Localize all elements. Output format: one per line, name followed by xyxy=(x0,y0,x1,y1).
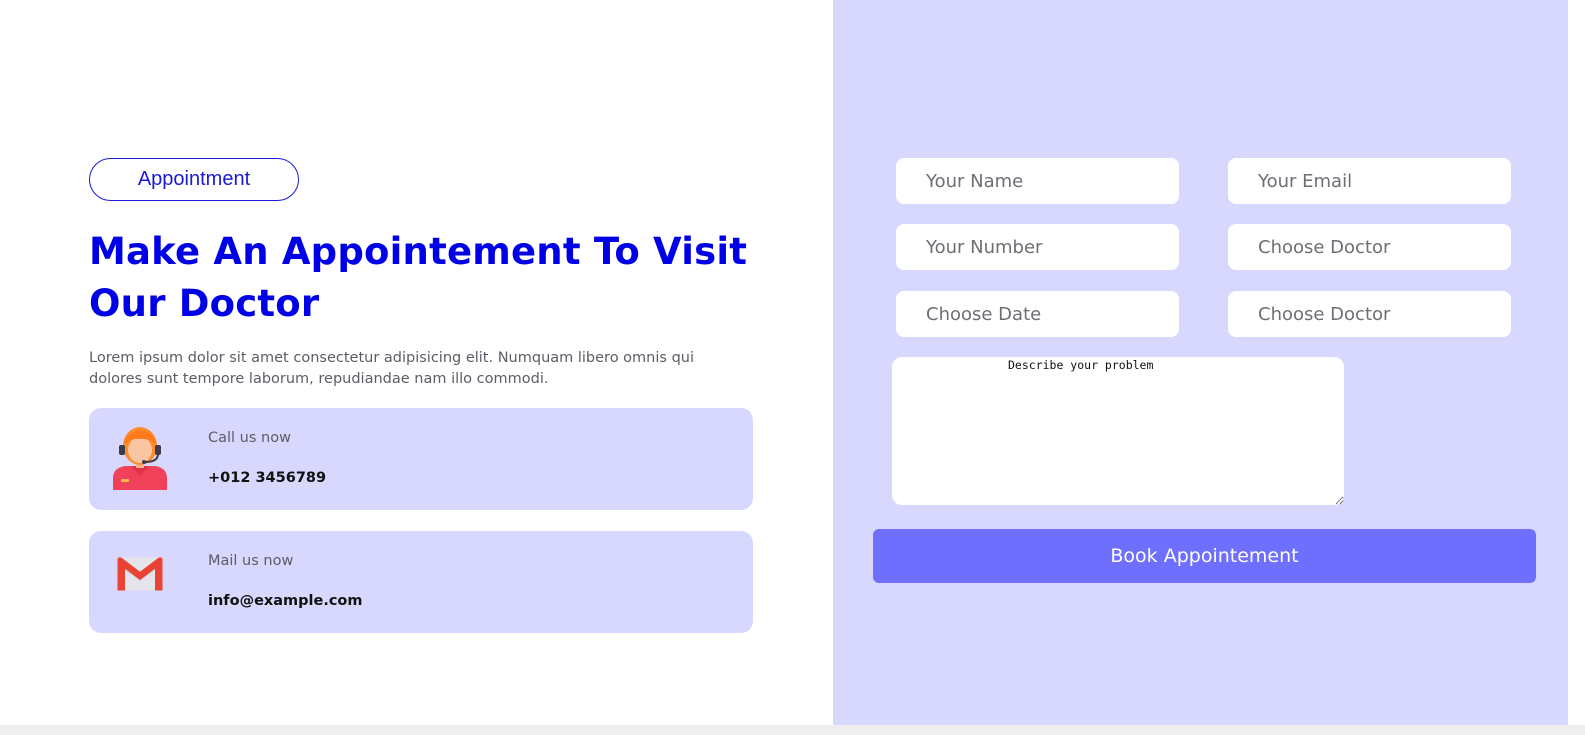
description-text: Lorem ipsum dolor sit amet consectetur a… xyxy=(89,350,694,387)
page-edge xyxy=(1568,0,1585,735)
book-appointment-button[interactable]: Book Appointement xyxy=(873,529,1536,583)
appointment-page: Appointment Make An Appointement To Visi… xyxy=(0,0,1585,735)
choose-doctor-input-2[interactable] xyxy=(1228,291,1511,337)
call-label: Call us now xyxy=(208,430,291,446)
info-column: Appointment Make An Appointement To Visi… xyxy=(0,0,833,725)
name-input[interactable] xyxy=(896,158,1179,204)
number-input[interactable] xyxy=(896,224,1179,270)
email-input[interactable] xyxy=(1228,158,1511,204)
problem-textarea[interactable] xyxy=(892,357,1344,505)
email-address: info@example.com xyxy=(208,593,363,609)
choose-date-input[interactable] xyxy=(896,291,1179,337)
gmail-icon xyxy=(117,557,163,591)
bottom-edge xyxy=(0,725,1585,735)
mail-label: Mail us now xyxy=(208,553,294,569)
mail-contact-card: Mail us now info@example.com xyxy=(89,531,753,633)
page-title: Make An Appointement To Visit Our Doctor xyxy=(89,230,748,325)
support-agent-icon xyxy=(113,427,167,490)
phone-number: +012 3456789 xyxy=(208,470,327,486)
section-label-badge: Appointment xyxy=(89,158,299,201)
choose-doctor-input[interactable] xyxy=(1228,224,1511,270)
call-contact-card: Call us now +012 3456789 xyxy=(89,408,753,510)
